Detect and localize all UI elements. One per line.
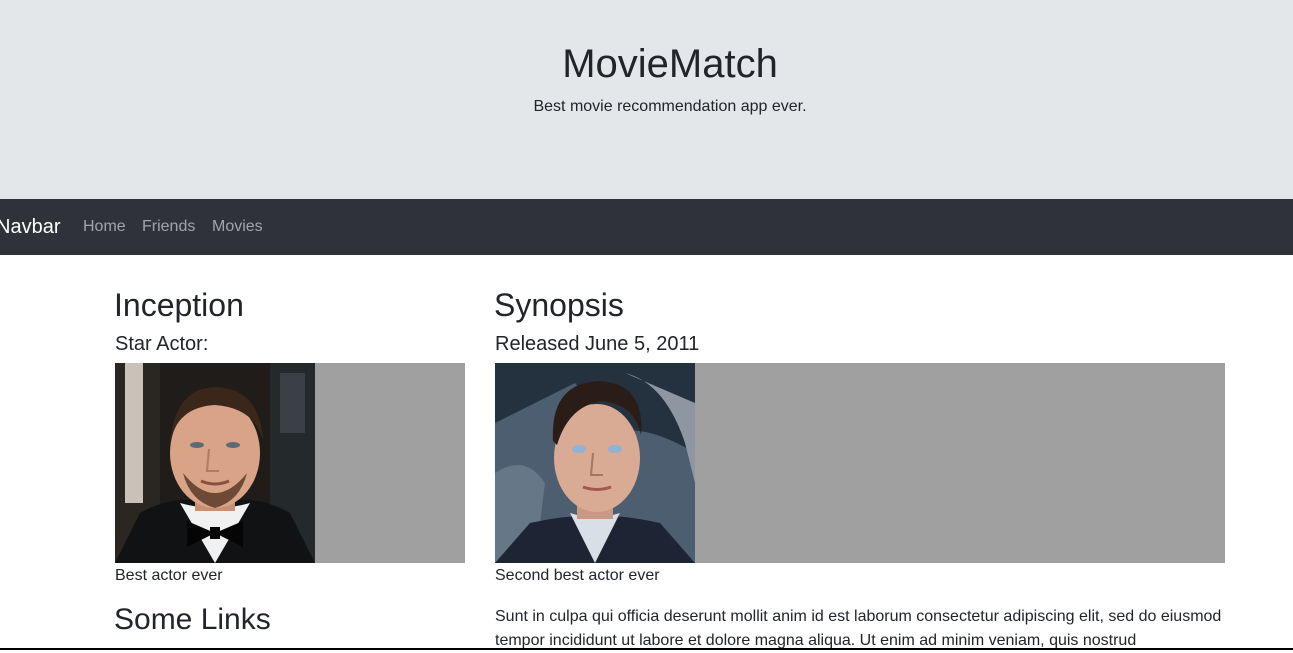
release-date: Released June 5, 2011 xyxy=(495,333,700,355)
some-links-heading: Some Links xyxy=(114,603,271,636)
star-actor-label: Star Actor: xyxy=(115,333,209,355)
navbar: Navbar Home Friends Movies xyxy=(0,199,1293,255)
star-actor-image xyxy=(115,363,465,563)
page-title: MovieMatch xyxy=(562,42,778,86)
nav-link-movies[interactable]: Movies xyxy=(212,217,263,237)
synopsis-heading: Synopsis xyxy=(494,287,624,323)
synopsis-paragraph: Sunt in culpa qui officia deserunt molli… xyxy=(495,608,1222,649)
nav-link-home[interactable]: Home xyxy=(83,217,126,237)
star-actor-caption: Best actor ever xyxy=(115,567,223,584)
actor-portrait-2 xyxy=(495,363,695,563)
tagline: Best movie recommendation app ever. xyxy=(533,98,807,115)
navbar-brand[interactable]: Navbar xyxy=(0,214,60,240)
nav-link-friends[interactable]: Friends xyxy=(142,217,195,237)
movie-title: Inception xyxy=(114,287,244,323)
secondary-actor-caption: Second best actor ever xyxy=(495,567,660,584)
jumbotron-header: MovieMatch Best movie recommendation app… xyxy=(0,0,1293,199)
actor-portrait-1 xyxy=(115,363,315,563)
secondary-actor-image xyxy=(495,363,1225,563)
